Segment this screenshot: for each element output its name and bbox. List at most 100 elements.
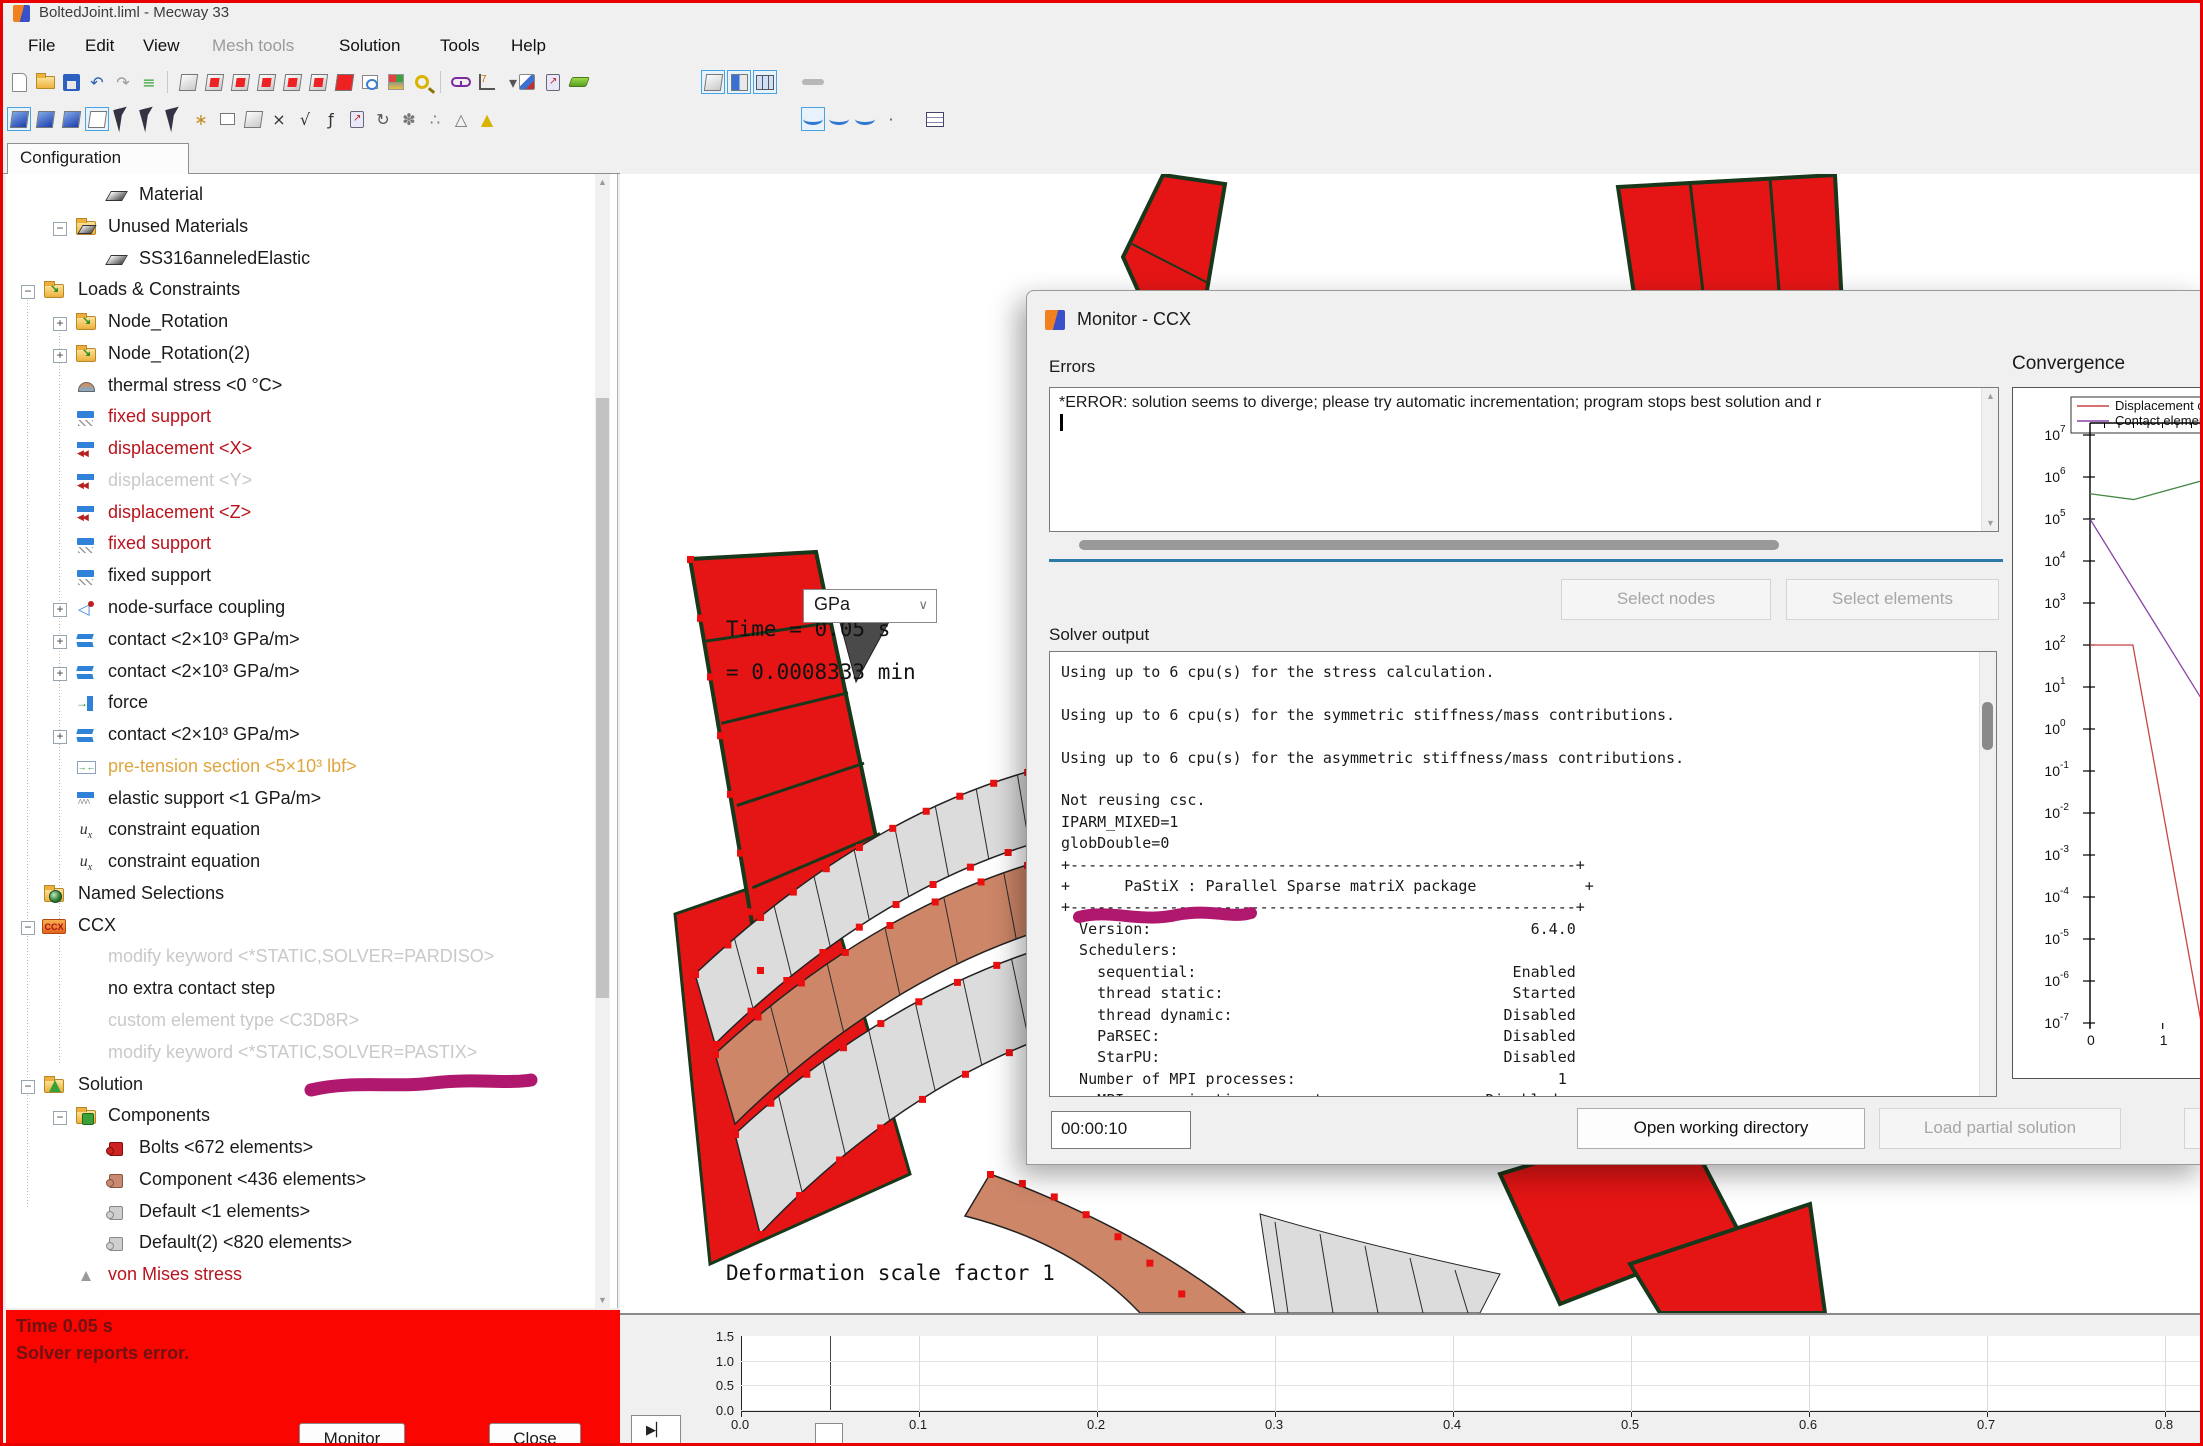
- errors-hscrollbar[interactable]: [1049, 538, 1999, 552]
- expand-icon[interactable]: +: [53, 667, 67, 681]
- formula-icon[interactable]: ƒ: [319, 107, 343, 131]
- redo-icon[interactable]: ↷: [111, 70, 135, 94]
- scroll-down-icon[interactable]: ▼: [595, 1292, 610, 1308]
- options-list-icon[interactable]: ≡: [137, 70, 161, 94]
- select-element-mode-icon[interactable]: [7, 107, 31, 131]
- box-select-icon[interactable]: [215, 107, 239, 131]
- stop-button-clipped[interactable]: [2184, 1108, 2203, 1149]
- tree-item-node-rotation-2[interactable]: +Node_Rotation(2): [6, 341, 596, 371]
- element-mode2-icon[interactable]: [33, 107, 57, 131]
- tree-item-ccx[interactable]: −CCXCCX: [6, 913, 596, 943]
- tree-item-solution[interactable]: −Solution: [6, 1072, 596, 1102]
- collapse-icon[interactable]: −: [21, 921, 35, 935]
- tree-item-loads-constraints[interactable]: −Loads & Constraints: [6, 277, 596, 307]
- tree-item-contact-2-10-gpa-m[interactable]: +contact <2×10³ GPa/m>: [6, 659, 596, 689]
- elapsed-time-field[interactable]: 00:00:10: [1051, 1111, 1191, 1149]
- annotation-glasses-icon[interactable]: [449, 70, 473, 94]
- view-top-icon[interactable]: [306, 70, 330, 94]
- tree-item-von-mises-stress[interactable]: ▲von Mises stress: [6, 1262, 596, 1292]
- load-partial-solution-button[interactable]: Load partial solution: [1879, 1108, 2121, 1149]
- collapsed-toolbar-icon[interactable]: [801, 70, 825, 94]
- scroll-down-icon[interactable]: ▼: [1982, 515, 1999, 531]
- tree-scrollbar-thumb[interactable]: [596, 398, 609, 998]
- eraser-icon[interactable]: [567, 70, 591, 94]
- select-elements-button[interactable]: Select elements: [1786, 579, 1999, 620]
- errors-scrollbar[interactable]: ▲ ▼: [1981, 388, 1998, 531]
- unit-dropdown[interactable]: GPa ∨: [803, 589, 937, 623]
- expand-icon[interactable]: +: [53, 603, 67, 617]
- solver-scrollbar[interactable]: [1979, 652, 1996, 1096]
- dots-icon[interactable]: ∴: [423, 107, 447, 131]
- solver-scrollbar-thumb[interactable]: [1982, 702, 1993, 750]
- curve-paint-icon[interactable]: [853, 107, 877, 131]
- tree-item-node-surface-coupling[interactable]: +node-surface coupling: [6, 595, 596, 625]
- tree-item-material[interactable]: Material: [6, 182, 596, 212]
- expand-icon[interactable]: +: [53, 730, 67, 744]
- fan-icon[interactable]: ✽: [397, 107, 421, 131]
- menu-edit[interactable]: Edit: [79, 33, 120, 59]
- tree-item-named-selections[interactable]: Named Selections: [6, 881, 596, 911]
- curve-plot2-icon[interactable]: [827, 107, 851, 131]
- collapse-icon[interactable]: −: [21, 285, 35, 299]
- tree-item-constraint-equation[interactable]: uxconstraint equation: [6, 849, 596, 879]
- errors-textbox[interactable]: *ERROR: solution seems to diverge; pleas…: [1049, 387, 1999, 532]
- element-mode3-icon[interactable]: [59, 107, 83, 131]
- tree-item-modify-keyword-static-solver-pastix[interactable]: modify keyword <*STATIC,SOLVER=PASTIX>: [6, 1040, 596, 1070]
- tree-item-contact-2-10-gpa-m[interactable]: +contact <2×10³ GPa/m>: [6, 722, 596, 752]
- zoom-window-icon[interactable]: [358, 70, 382, 94]
- expand-icon[interactable]: +: [53, 349, 67, 363]
- tree-item-thermal-stress-0-c[interactable]: thermal stress <0 °C>: [6, 373, 596, 403]
- tree-item-elastic-support-1-gpa-m[interactable]: elastic support <1 GPa/m>: [6, 786, 596, 816]
- dimension-icon[interactable]: 7: [475, 70, 499, 94]
- save-file-icon[interactable]: [59, 70, 83, 94]
- tree-item-fixed-support[interactable]: fixed support: [6, 531, 596, 561]
- tree-item-displacement-z[interactable]: displacement <Z>: [6, 500, 596, 530]
- view-right-icon[interactable]: [280, 70, 304, 94]
- menu-tools[interactable]: Tools: [434, 33, 486, 59]
- clip-2-icon[interactable]: [345, 107, 369, 131]
- tree-item-fixed-support[interactable]: fixed support: [6, 563, 596, 593]
- select-nodes-button[interactable]: Select nodes: [1561, 579, 1771, 620]
- tree-item-custom-element-type-c3d8r[interactable]: custom element type <C3D8R>: [6, 1008, 596, 1038]
- cube-faces-icon[interactable]: [241, 107, 265, 131]
- tree-item-pre-tension-section-5-10-lbf[interactable]: →←pre-tension section <5×10³ lbf>: [6, 754, 596, 784]
- menu-solution[interactable]: Solution: [333, 33, 406, 59]
- small-dot-icon[interactable]: ·: [879, 107, 903, 131]
- transfer-icon[interactable]: [541, 70, 565, 94]
- menu-mesh-tools[interactable]: Mesh tools: [206, 33, 300, 59]
- tree-item-ss316anneledelastic[interactable]: SS316anneledElastic: [6, 246, 596, 276]
- view-isometric-icon[interactable]: [176, 70, 200, 94]
- delete-icon[interactable]: ×: [267, 107, 291, 131]
- tree-scrollbar[interactable]: ▲ ▼: [595, 174, 610, 1308]
- color-plot-icon[interactable]: [384, 70, 408, 94]
- pointer-icon[interactable]: [111, 107, 135, 131]
- pointer-add-icon[interactable]: [137, 107, 161, 131]
- scroll-up-icon[interactable]: ▲: [595, 174, 610, 190]
- tree-item-modify-keyword-static-solver-pardiso[interactable]: modify keyword <*STATIC,SOLVER=PARDISO>: [6, 944, 596, 974]
- tree-item-no-extra-contact-step[interactable]: no extra contact step: [6, 976, 596, 1006]
- scroll-up-icon[interactable]: ▲: [1982, 388, 1999, 404]
- view-solid-icon[interactable]: [332, 70, 356, 94]
- wireframe-mode-icon[interactable]: [85, 107, 109, 131]
- tree-item-fixed-support[interactable]: fixed support: [6, 404, 596, 434]
- pointer-remove-icon[interactable]: [163, 107, 187, 131]
- timeline-scrub-handle[interactable]: [815, 1423, 843, 1445]
- warn-tri-icon[interactable]: ▲: [475, 107, 499, 131]
- find-icon[interactable]: [410, 70, 434, 94]
- play-button[interactable]: ▶▏: [631, 1415, 681, 1446]
- view-back-icon[interactable]: [228, 70, 252, 94]
- monitor-button[interactable]: Monitor: [299, 1423, 405, 1446]
- table-icon[interactable]: [923, 107, 947, 131]
- split-view-icon[interactable]: [727, 70, 751, 94]
- errors-hscrollbar-thumb[interactable]: [1079, 540, 1779, 550]
- timeline-cursor[interactable]: [830, 1336, 831, 1412]
- menu-help[interactable]: Help: [505, 33, 552, 59]
- tree-item-force[interactable]: force: [6, 690, 596, 720]
- undo-icon[interactable]: ↶: [85, 70, 109, 94]
- collapse-icon[interactable]: −: [21, 1080, 35, 1094]
- grid-view-icon[interactable]: [753, 70, 777, 94]
- new-file-icon[interactable]: [7, 70, 31, 94]
- tree-item-components[interactable]: −Components: [6, 1103, 596, 1133]
- tab-configuration[interactable]: Configuration: [7, 143, 189, 174]
- shaded-view-icon[interactable]: [701, 70, 725, 94]
